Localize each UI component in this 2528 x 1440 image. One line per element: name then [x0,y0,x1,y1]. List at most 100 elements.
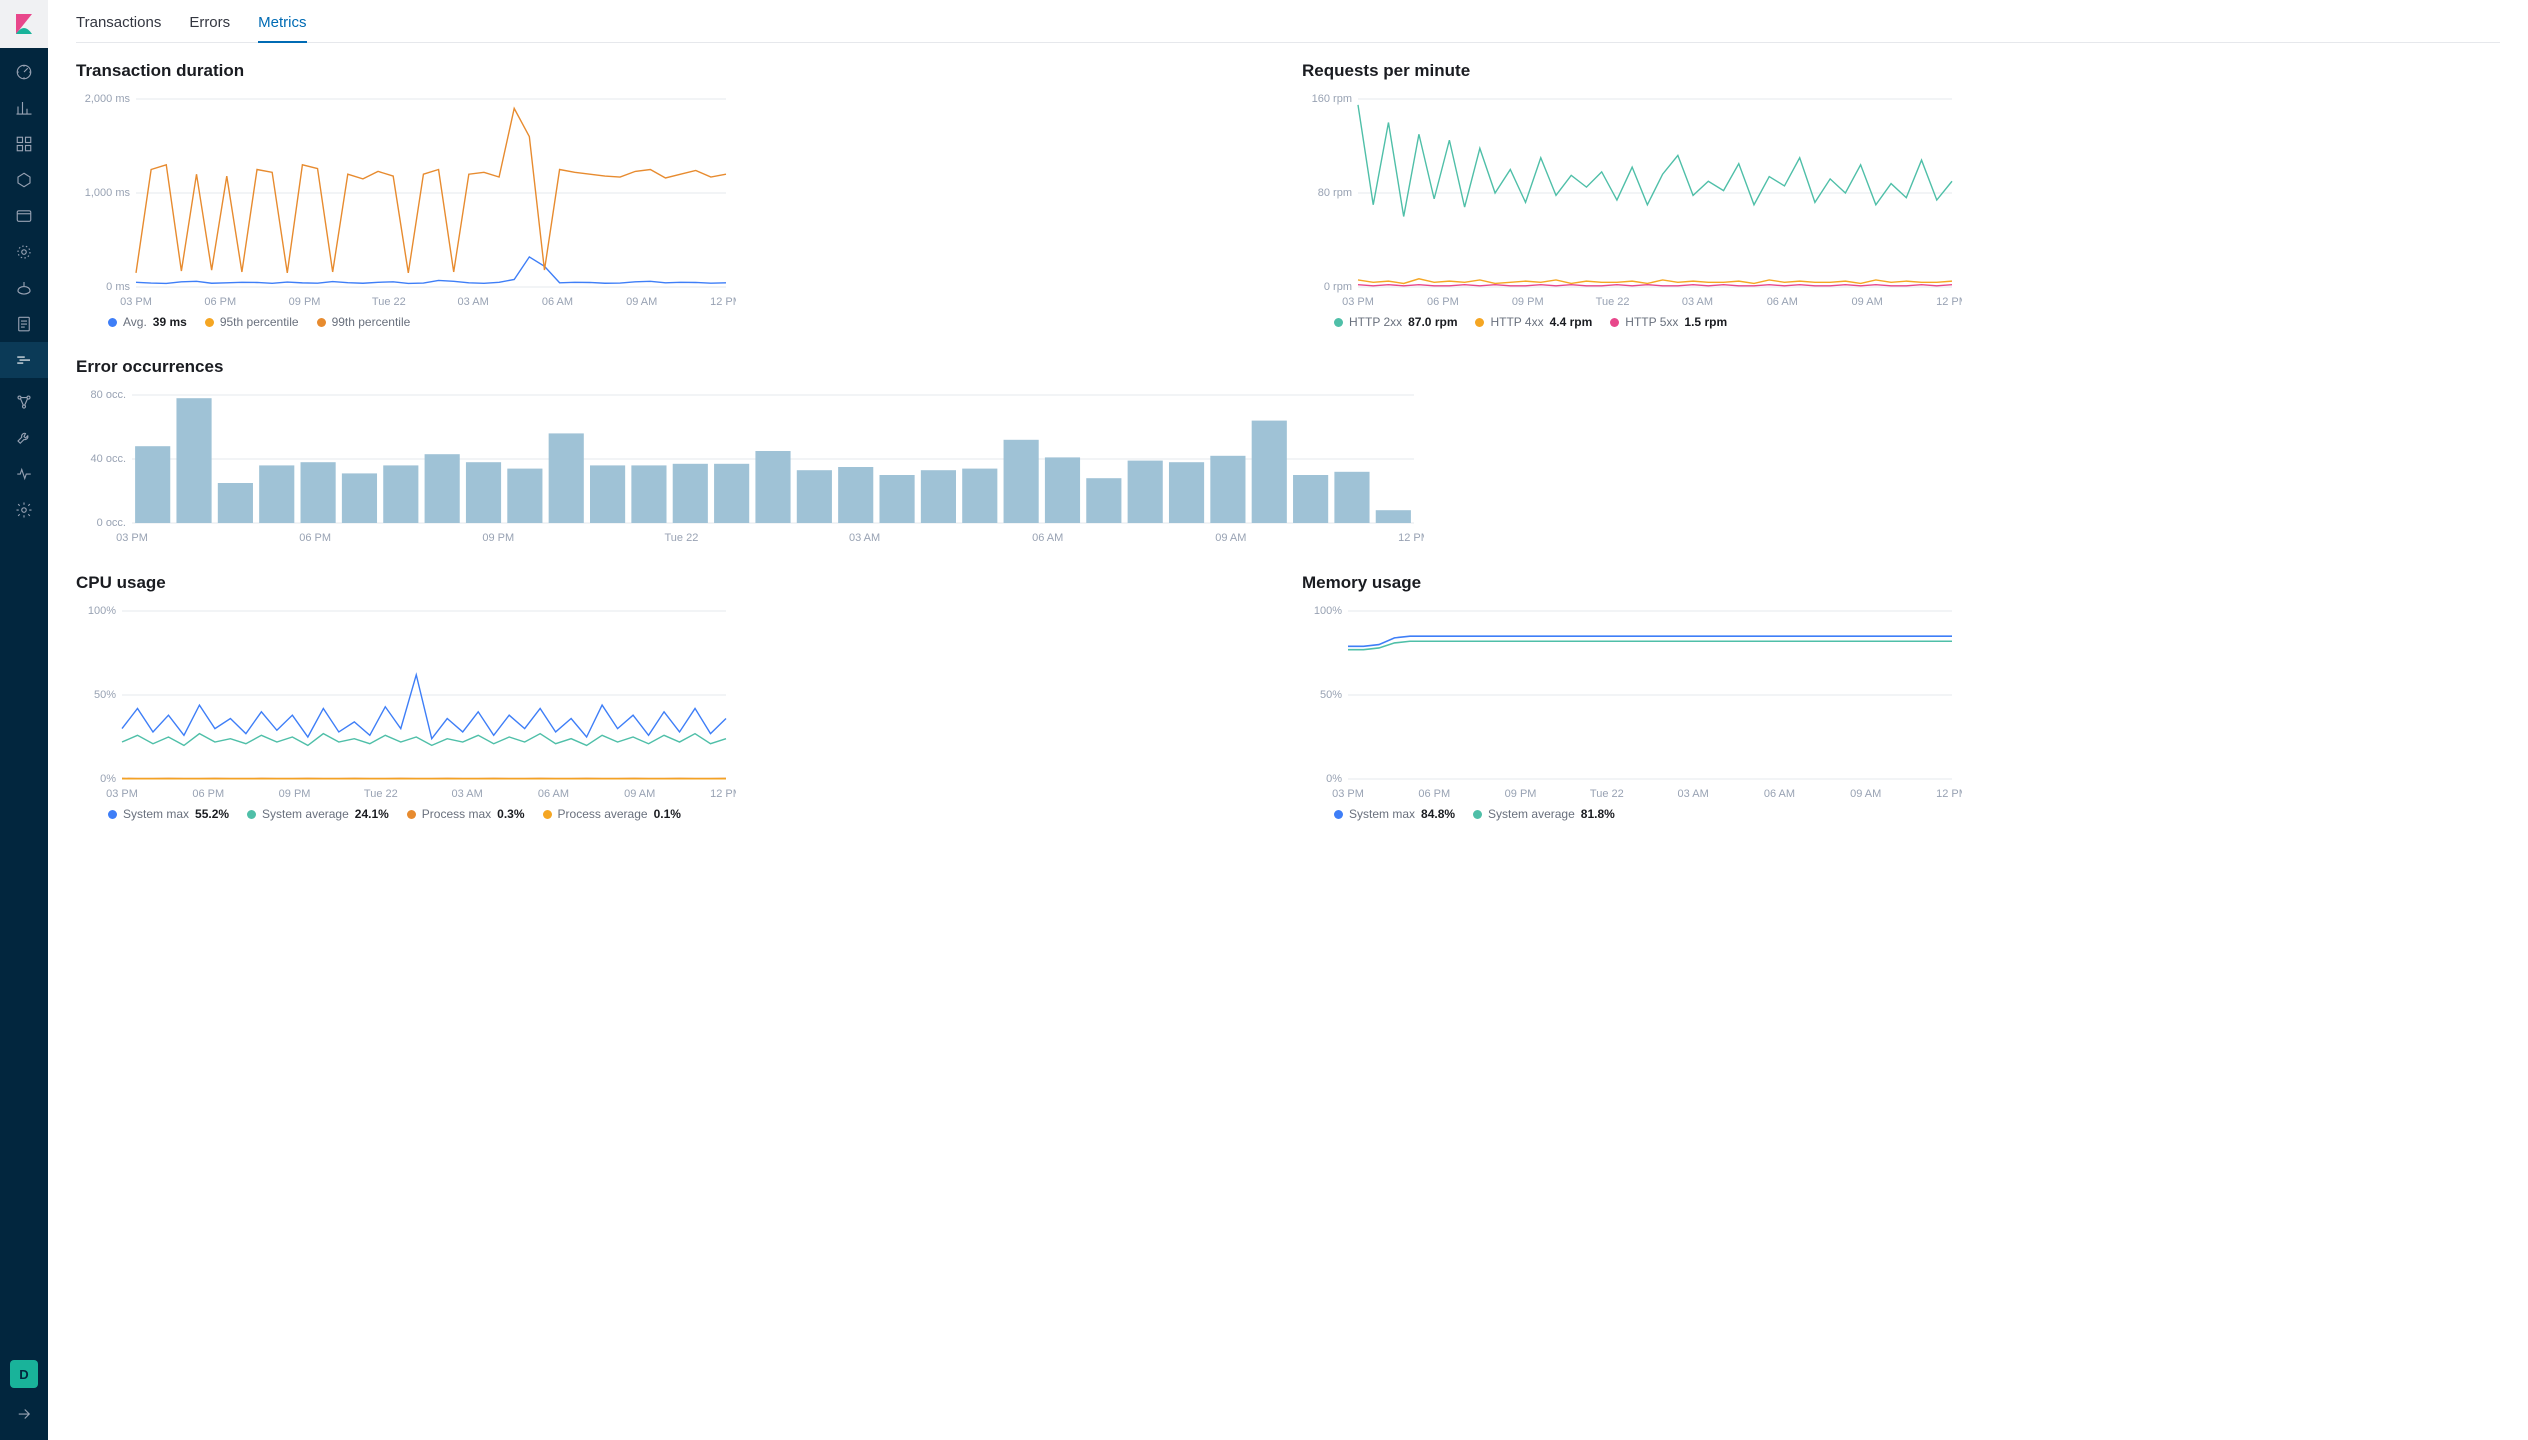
legend-value: 55.2% [195,807,229,821]
nav-dashboard-icon[interactable] [0,126,48,162]
legend-dot-icon [1610,318,1619,327]
legend-item[interactable]: System max 84.8% [1334,807,1455,821]
svg-text:06 PM: 06 PM [204,296,236,308]
svg-text:0 occ.: 0 occ. [97,517,126,529]
legend-item[interactable]: System average 81.8% [1473,807,1615,821]
svg-text:40 occ.: 40 occ. [91,453,126,465]
panel-memory-usage: Memory usage 0%50%100%03 PM06 PM09 PMTue… [1302,573,2500,821]
svg-text:Tue 22: Tue 22 [665,532,699,544]
panel-cpu-usage: CPU usage 0%50%100%03 PM06 PM09 PMTue 22… [76,573,1274,821]
panel-title: CPU usage [76,573,1274,593]
legend-label: Process max [422,807,491,821]
nav-devtools-icon[interactable] [0,420,48,456]
nav-logs-icon[interactable] [0,306,48,342]
legend-value: 87.0 rpm [1408,315,1457,329]
main-content: Transactions Errors Metrics Transaction … [48,0,2528,1440]
svg-text:Tue 22: Tue 22 [364,788,398,800]
legend-dot-icon [108,810,117,819]
svg-text:06 AM: 06 AM [1767,296,1798,308]
svg-text:12 PM: 12 PM [1936,296,1962,308]
legend-item[interactable]: HTTP 2xx 87.0 rpm [1334,315,1457,329]
nav-graph-icon[interactable] [0,384,48,420]
panel-transaction-duration: Transaction duration 0 ms1,000 ms2,000 m… [76,61,1274,329]
collapse-icon[interactable] [0,1396,48,1432]
svg-text:12 PM: 12 PM [1936,788,1962,800]
legend-value: 24.1% [355,807,389,821]
legend-label: System average [262,807,349,821]
legend-value: 0.3% [497,807,524,821]
svg-text:06 AM: 06 AM [542,296,573,308]
tab-errors[interactable]: Errors [189,10,230,42]
legend-label: HTTP 4xx [1490,315,1543,329]
legend-dot-icon [543,810,552,819]
nav-infra-icon[interactable] [0,270,48,306]
svg-text:80 rpm: 80 rpm [1318,187,1352,199]
svg-text:1,000 ms: 1,000 ms [85,187,131,199]
svg-text:12 PM: 12 PM [710,296,736,308]
legend-dot-icon [205,318,214,327]
svg-text:09 AM: 09 AM [1850,788,1881,800]
legend-item[interactable]: Process average 0.1% [543,807,681,821]
nav-ml-icon[interactable] [0,234,48,270]
svg-text:09 PM: 09 PM [279,788,311,800]
svg-text:03 AM: 03 AM [1682,296,1713,308]
legend-item[interactable]: HTTP 5xx 1.5 rpm [1610,315,1727,329]
nav-maps-icon[interactable] [0,198,48,234]
svg-text:12 PM: 12 PM [1398,532,1424,544]
legend-item[interactable]: 95th percentile [205,315,299,329]
nav-canvas-icon[interactable] [0,162,48,198]
svg-text:09 PM: 09 PM [289,296,321,308]
svg-text:0%: 0% [1326,773,1342,785]
svg-text:03 PM: 03 PM [120,296,152,308]
svg-text:09 AM: 09 AM [1215,532,1246,544]
legend-dot-icon [1475,318,1484,327]
svg-text:09 AM: 09 AM [626,296,657,308]
legend-item[interactable]: Process max 0.3% [407,807,525,821]
tab-bar: Transactions Errors Metrics [76,0,2500,43]
svg-text:0%: 0% [100,773,116,785]
nav-monitoring-icon[interactable] [0,456,48,492]
kibana-logo[interactable] [0,0,48,48]
panel-title: Transaction duration [76,61,1274,81]
svg-text:06 PM: 06 PM [192,788,224,800]
svg-text:03 AM: 03 AM [1678,788,1709,800]
svg-text:100%: 100% [88,605,116,617]
legend-label: System max [123,807,189,821]
legend-label: System max [1349,807,1415,821]
svg-text:06 AM: 06 AM [1764,788,1795,800]
legend-item[interactable]: System max 55.2% [108,807,229,821]
legend-label: 99th percentile [332,315,411,329]
svg-text:06 PM: 06 PM [299,532,331,544]
nav-management-icon[interactable] [0,492,48,528]
user-avatar[interactable]: D [10,1360,38,1388]
legend-item[interactable]: System average 24.1% [247,807,389,821]
panel-requests-per-minute: Requests per minute 0 rpm80 rpm160 rpm03… [1302,61,2500,329]
legend-dot-icon [1473,810,1482,819]
svg-text:09 AM: 09 AM [1852,296,1883,308]
svg-text:03 PM: 03 PM [116,532,148,544]
legend-dot-icon [1334,810,1343,819]
svg-text:09 PM: 09 PM [482,532,514,544]
legend-item[interactable]: 99th percentile [317,315,411,329]
svg-text:06 PM: 06 PM [1427,296,1459,308]
panel-title: Error occurrences [76,357,2500,377]
svg-text:09 PM: 09 PM [1505,788,1537,800]
svg-text:100%: 100% [1314,605,1342,617]
svg-text:Tue 22: Tue 22 [372,296,406,308]
nav-apm-icon[interactable] [0,342,48,378]
legend-label: Process average [558,807,648,821]
legend-item[interactable]: Avg. 39 ms [108,315,187,329]
legend-value: 81.8% [1581,807,1615,821]
tab-metrics[interactable]: Metrics [258,10,306,43]
tab-transactions[interactable]: Transactions [76,10,161,42]
nav-discover-icon[interactable] [0,54,48,90]
svg-text:160 rpm: 160 rpm [1312,93,1352,105]
legend-item[interactable]: HTTP 4xx 4.4 rpm [1475,315,1592,329]
nav-visualize-icon[interactable] [0,90,48,126]
legend-value: 39 ms [153,315,187,329]
legend-dot-icon [247,810,256,819]
svg-text:0 ms: 0 ms [106,281,130,293]
svg-text:06 PM: 06 PM [1418,788,1450,800]
svg-text:09 PM: 09 PM [1512,296,1544,308]
svg-text:06 AM: 06 AM [538,788,569,800]
